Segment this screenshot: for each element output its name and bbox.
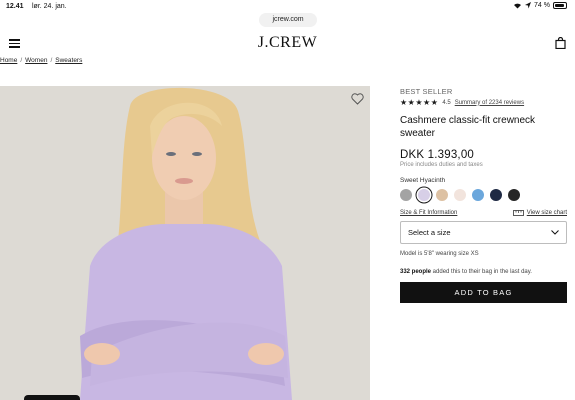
chevron-down-icon [551, 230, 559, 235]
breadcrumb-home[interactable]: Home [0, 57, 17, 64]
best-seller-badge: BEST SELLER [400, 87, 453, 96]
color-swatch[interactable] [400, 189, 412, 201]
reviews-link[interactable]: Summary of 2234 reviews [455, 100, 524, 106]
size-fit-link[interactable]: Size & Fit Information [400, 210, 457, 216]
model-photo [0, 86, 370, 400]
brand-logo[interactable]: J.CREW [0, 34, 575, 52]
status-date: lør. 24. jan. [32, 3, 67, 10]
site-header: J.CREW [0, 28, 575, 58]
bag-count: 332 people [400, 269, 432, 275]
size-chart-link[interactable]: View size chart [527, 210, 567, 216]
social-proof-note: 332 people added this to their bag in th… [400, 269, 567, 275]
breadcrumb-sweaters[interactable]: Sweaters [55, 57, 82, 64]
image-overlay-button[interactable] [24, 395, 80, 400]
breadcrumb-separator: / [20, 57, 23, 64]
color-swatch[interactable] [436, 189, 448, 201]
product-price: DKK 1.393,00 [400, 149, 475, 161]
size-select-label: Select a size [408, 228, 451, 237]
shopping-bag-icon[interactable] [555, 37, 566, 49]
rating-value: 4.5 [442, 99, 451, 106]
star-rating-icon: ★★★★★ [400, 98, 439, 107]
breadcrumb-women[interactable]: Women [25, 57, 47, 64]
size-select[interactable]: Select a size [400, 221, 567, 244]
wifi-icon [514, 3, 522, 9]
product-image[interactable] [0, 86, 370, 400]
color-swatch[interactable] [418, 189, 430, 201]
add-to-bag-button[interactable]: ADD TO BAG [400, 282, 567, 303]
rating-row: ★★★★★ 4.5 Summary of 2234 reviews [400, 98, 567, 107]
color-name: Sweet Hyacinth [400, 177, 446, 184]
product-title: Cashmere classic-fit crewneck sweater [400, 115, 536, 139]
breadcrumb: Home / Women / Sweaters [0, 57, 82, 64]
color-swatch[interactable] [472, 189, 484, 201]
status-time: 12.41 [6, 3, 24, 10]
heart-icon[interactable] [351, 93, 364, 105]
bag-note-text: added this to their bag in the last day. [431, 269, 532, 275]
size-chart: View size chart [512, 210, 567, 216]
color-swatches [400, 189, 567, 201]
color-swatch[interactable] [508, 189, 520, 201]
color-swatch[interactable] [454, 189, 466, 201]
battery-icon [553, 2, 567, 9]
address-bar[interactable]: jcrew.com [259, 13, 317, 27]
model-note: Model is 5'8" wearing size XS [400, 251, 479, 257]
battery-percent: 74 % [534, 2, 550, 9]
breadcrumb-separator: / [50, 57, 53, 64]
color-swatch[interactable] [490, 189, 502, 201]
size-links: Size & Fit Information View size chart [400, 210, 567, 216]
product-info: BEST SELLER ★★★★★ 4.5 Summary of 2234 re… [400, 86, 567, 303]
status-bar: 12.41 lør. 24. jan. 74 % [0, 0, 575, 14]
price-note: Price includes duties and taxes [400, 162, 483, 168]
ruler-icon [512, 210, 524, 216]
status-right: 74 % [513, 2, 567, 9]
location-icon [525, 2, 532, 9]
